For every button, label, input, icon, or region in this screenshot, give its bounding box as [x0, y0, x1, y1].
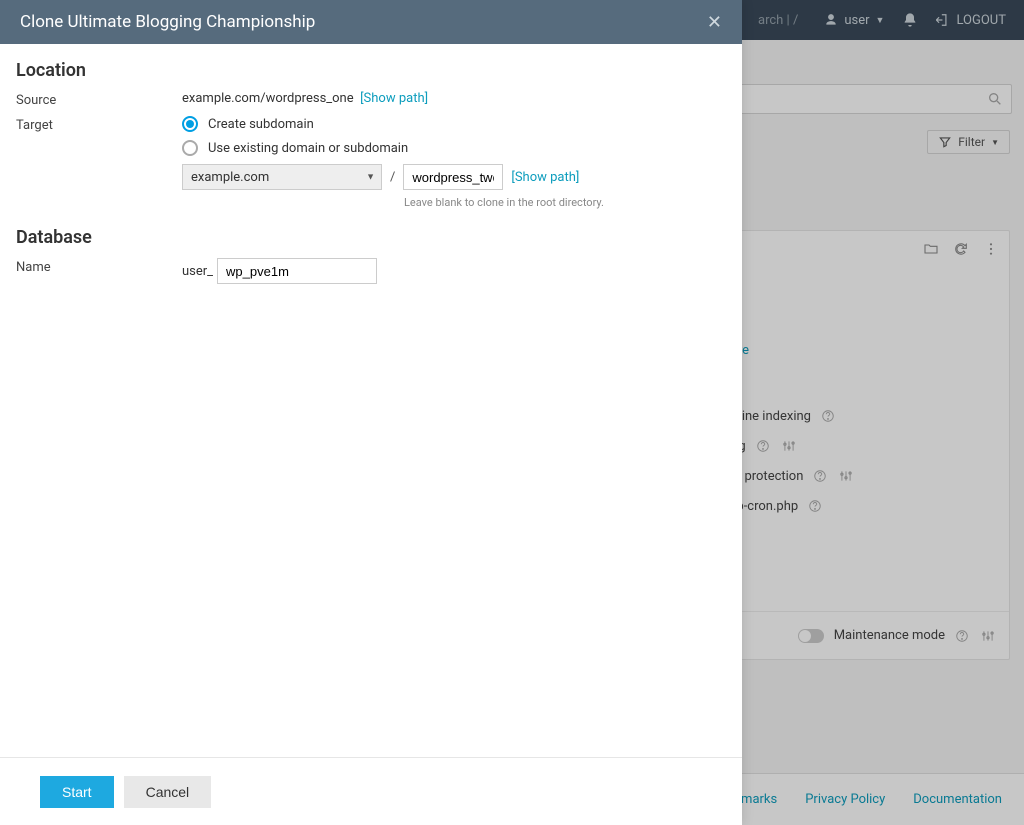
location-heading: Location: [16, 60, 726, 81]
radio-label: Create subdomain: [208, 117, 314, 132]
chevron-down-icon: ▼: [366, 172, 375, 183]
path-input[interactable]: [403, 164, 503, 190]
path-separator: /: [390, 170, 395, 185]
radio-use-existing[interactable]: Use existing domain or subdomain: [182, 140, 726, 156]
radio-create-subdomain[interactable]: Create subdomain: [182, 116, 726, 132]
modal-body: Location Source example.com/wordpress_on…: [0, 44, 742, 757]
show-path-source[interactable]: [Show path]: [360, 91, 428, 106]
db-name-input[interactable]: [217, 258, 377, 284]
clone-modal: Clone Ultimate Blogging Championship ✕ L…: [0, 0, 742, 825]
radio-icon: [182, 116, 198, 132]
radio-icon: [182, 140, 198, 156]
close-icon[interactable]: ✕: [707, 12, 722, 33]
domain-select-value: example.com: [191, 170, 269, 185]
path-hint: Leave blank to clone in the root directo…: [404, 196, 726, 209]
source-label: Source: [16, 91, 182, 108]
db-name-label: Name: [16, 258, 182, 275]
db-prefix: user_: [182, 264, 213, 279]
start-button[interactable]: Start: [40, 776, 114, 808]
show-path-target[interactable]: [Show path]: [511, 170, 579, 185]
modal-title: Clone Ultimate Blogging Championship: [20, 12, 315, 32]
domain-select[interactable]: example.com ▼: [182, 164, 382, 190]
modal-footer: Start Cancel: [0, 757, 742, 825]
target-label: Target: [16, 116, 182, 133]
source-value: example.com/wordpress_one: [182, 91, 354, 106]
cancel-button[interactable]: Cancel: [124, 776, 212, 808]
database-heading: Database: [16, 227, 726, 248]
modal-header: Clone Ultimate Blogging Championship ✕: [0, 0, 742, 44]
radio-label: Use existing domain or subdomain: [208, 141, 408, 156]
